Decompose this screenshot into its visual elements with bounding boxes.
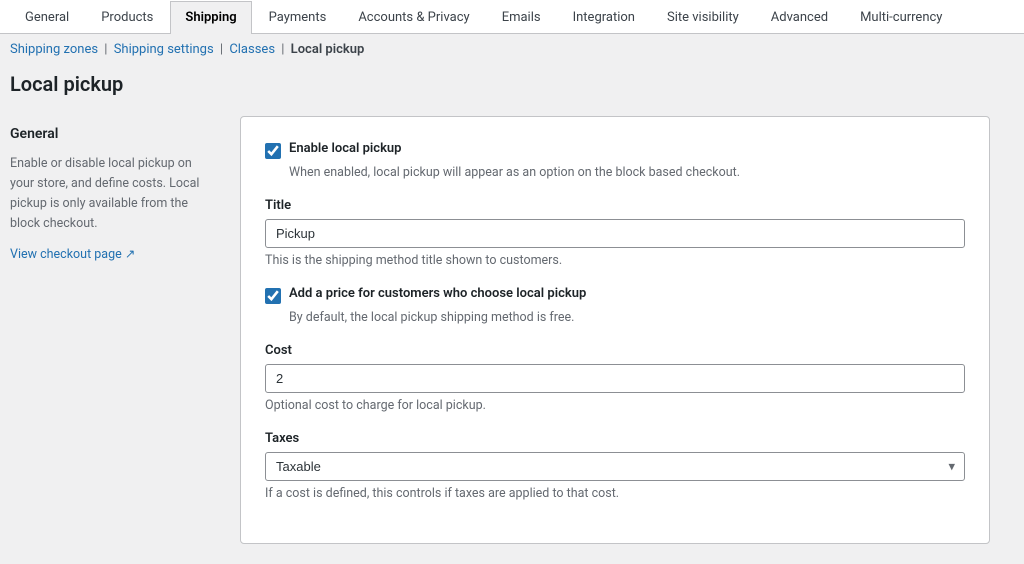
cost-input[interactable]: [265, 364, 965, 393]
taxes-label: Taxes: [265, 431, 965, 446]
cost-field-group: Cost Optional cost to charge for local p…: [265, 343, 965, 413]
tab-integration[interactable]: Integration: [558, 1, 650, 34]
breadcrumb: Shipping zones | Shipping settings | Cla…: [0, 34, 1024, 62]
right-panel: Enable local pickup When enabled, local …: [240, 116, 990, 544]
tab-shipping[interactable]: Shipping: [170, 1, 251, 34]
section-title: General: [10, 126, 210, 142]
tab-payments[interactable]: Payments: [254, 1, 342, 34]
taxes-select-wrapper: Taxable Not taxable ▾: [265, 452, 965, 481]
add-price-label[interactable]: Add a price for customers who choose loc…: [289, 286, 586, 301]
tabs-bar: General Products Shipping Payments Accou…: [0, 0, 1024, 34]
tab-products[interactable]: Products: [86, 1, 168, 34]
breadcrumb-separator-2: |: [220, 42, 226, 57]
title-field-group: Title This is the shipping method title …: [265, 198, 965, 268]
tab-accounts-privacy[interactable]: Accounts & Privacy: [343, 1, 484, 34]
add-price-checkbox[interactable]: [265, 288, 281, 304]
tab-site-visibility[interactable]: Site visibility: [652, 1, 754, 34]
left-panel: General Enable or disable local pickup o…: [10, 116, 210, 544]
enable-local-pickup-label[interactable]: Enable local pickup: [289, 141, 402, 156]
view-checkout-link[interactable]: View checkout page ↗: [10, 247, 135, 262]
content-area: General Enable or disable local pickup o…: [0, 116, 1000, 564]
cost-label: Cost: [265, 343, 965, 358]
tab-multi-currency[interactable]: Multi-currency: [845, 1, 957, 34]
title-input[interactable]: [265, 219, 965, 248]
taxes-field-group: Taxes Taxable Not taxable ▾ If a cost is…: [265, 431, 965, 501]
title-label: Title: [265, 198, 965, 213]
price-helper-text: By default, the local pickup shipping me…: [289, 310, 965, 325]
title-hint: This is the shipping method title shown …: [265, 253, 965, 268]
breadcrumb-shipping-zones[interactable]: Shipping zones: [10, 42, 98, 57]
page-title: Local pickup: [0, 62, 1024, 116]
breadcrumb-classes[interactable]: Classes: [229, 42, 275, 57]
breadcrumb-separator-1: |: [104, 42, 110, 57]
taxes-hint: If a cost is defined, this controls if t…: [265, 486, 965, 501]
enable-local-pickup-checkbox[interactable]: [265, 143, 281, 159]
breadcrumb-current: Local pickup: [291, 42, 365, 57]
tab-advanced[interactable]: Advanced: [756, 1, 843, 34]
tab-general[interactable]: General: [10, 1, 84, 34]
tab-emails[interactable]: Emails: [487, 1, 556, 34]
taxes-select[interactable]: Taxable Not taxable: [265, 452, 965, 481]
breadcrumb-separator-3: |: [281, 42, 287, 57]
cost-hint: Optional cost to charge for local pickup…: [265, 398, 965, 413]
section-description: Enable or disable local pickup on your s…: [10, 154, 210, 234]
breadcrumb-shipping-settings[interactable]: Shipping settings: [114, 42, 214, 57]
enable-helper-text: When enabled, local pickup will appear a…: [289, 165, 965, 180]
enable-checkbox-row: Enable local pickup: [265, 141, 965, 159]
price-checkbox-row: Add a price for customers who choose loc…: [265, 286, 965, 304]
